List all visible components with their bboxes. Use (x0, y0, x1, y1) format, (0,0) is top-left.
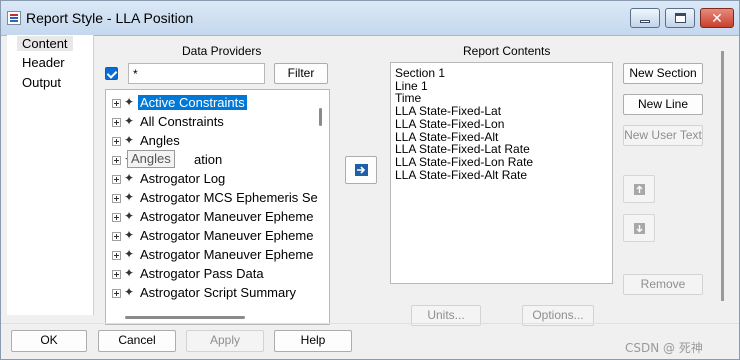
tree-vertical-scrollbar[interactable] (319, 108, 322, 126)
apply-button[interactable]: Apply (186, 330, 264, 352)
expand-icon[interactable] (112, 156, 121, 165)
satellite-icon: ✦ (124, 228, 135, 242)
list-item[interactable]: Section 1 (395, 67, 445, 79)
tree-item-label: ation (194, 152, 223, 167)
footer-divider (1, 323, 739, 324)
minimize-button[interactable] (630, 8, 660, 28)
tree-item[interactable]: ✦ Astrogator Pass Data (110, 265, 325, 283)
expand-icon[interactable] (112, 270, 121, 279)
expand-icon[interactable] (112, 99, 121, 108)
list-item[interactable]: LLA State-Fixed-Alt Rate (395, 169, 527, 181)
tooltip: Angles (127, 150, 175, 168)
expand-icon[interactable] (112, 175, 121, 184)
ok-button[interactable]: OK (11, 330, 87, 352)
report-style-window: Report Style - LLA Position ✕ Content He… (0, 0, 740, 360)
tree-item[interactable]: ✦ Astrogator Maneuver Epheme (110, 227, 325, 245)
cancel-button[interactable]: Cancel (98, 330, 176, 352)
list-item[interactable]: LLA State-Fixed-Lon Rate (395, 156, 533, 168)
add-to-report-button[interactable] (345, 156, 377, 184)
window-title: Report Style - LLA Position (26, 10, 194, 26)
satellite-icon: ✦ (124, 114, 135, 128)
satellite-icon: ✦ (124, 95, 135, 109)
close-icon: ✕ (711, 10, 723, 26)
list-item[interactable]: LLA State-Fixed-Lon (395, 118, 504, 130)
page-scrollbar[interactable] (721, 51, 724, 301)
list-item[interactable]: LLA State-Fixed-Lat (395, 105, 501, 117)
nav-item-content[interactable]: Content (17, 36, 73, 51)
data-providers-tree[interactable]: ✦ Active Constraints ✦ All Constraints ✦… (105, 89, 330, 325)
satellite-icon: ✦ (124, 171, 135, 185)
minimize-icon (640, 20, 650, 23)
move-down-button[interactable] (623, 214, 655, 242)
arrow-right-icon (355, 164, 368, 176)
tree-item-label: Astrogator Maneuver Epheme (140, 247, 314, 262)
maximize-icon (675, 13, 686, 23)
new-user-text-button[interactable]: New User Text (623, 125, 703, 146)
list-item[interactable]: Time (395, 92, 421, 104)
tree-item[interactable]: ✦ Astrogator MCS Ephemeris Se (110, 189, 325, 207)
app-icon (7, 11, 21, 25)
title-bar[interactable]: Report Style - LLA Position ✕ (1, 1, 739, 36)
filter-checkbox[interactable] (105, 67, 118, 80)
tree-item-label: Angles (140, 133, 180, 148)
move-up-button[interactable] (623, 175, 655, 203)
tree-item[interactable]: ✦ Astrogator Log (110, 170, 325, 188)
satellite-icon: ✦ (124, 209, 135, 223)
list-item[interactable]: Line 1 (395, 80, 428, 92)
filter-button[interactable]: Filter (274, 63, 328, 84)
data-providers-heading: Data Providers (182, 44, 262, 58)
satellite-icon: ✦ (124, 190, 135, 204)
tree-item[interactable]: ✦ Astrogator Script Summary (110, 284, 325, 302)
expand-icon[interactable] (112, 251, 121, 260)
remove-button[interactable]: Remove (623, 274, 703, 295)
tree-item-label: All Constraints (140, 114, 224, 129)
expand-icon[interactable] (112, 137, 121, 146)
tree-item-label: Active Constraints (138, 95, 247, 110)
tree-item[interactable]: ✦ Active Constraints (110, 94, 325, 112)
nav-item-output[interactable]: Output (22, 75, 61, 90)
tree-item-label: Astrogator MCS Ephemeris Se (140, 190, 318, 205)
satellite-icon: ✦ (124, 285, 135, 299)
help-button[interactable]: Help (274, 330, 352, 352)
page-nav: Content Header Output (7, 35, 94, 315)
tree-item[interactable]: ✦ All Constraints (110, 113, 325, 131)
tree-item-label: Astrogator Pass Data (140, 266, 264, 281)
tree-item-label: Astrogator Maneuver Epheme (140, 209, 314, 224)
watermark: CSDN @ 死神 (625, 341, 703, 355)
expand-icon[interactable] (112, 289, 121, 298)
tree-horizontal-scrollbar[interactable] (125, 316, 245, 319)
list-item[interactable]: LLA State-Fixed-Lat Rate (395, 143, 530, 155)
new-section-button[interactable]: New Section (623, 63, 703, 84)
tree-item-label: Astrogator Log (140, 171, 226, 186)
filter-input[interactable] (128, 63, 265, 84)
expand-icon[interactable] (112, 118, 121, 127)
tree-item[interactable]: ✦ Angles (110, 132, 325, 150)
satellite-icon: ✦ (124, 133, 135, 147)
report-contents-list[interactable]: Section 1 Line 1 Time LLA State-Fixed-La… (390, 62, 613, 284)
satellite-icon: ✦ (124, 247, 135, 261)
expand-icon[interactable] (112, 194, 121, 203)
tree-item[interactable]: ✦ Astrogator Maneuver Epheme (110, 208, 325, 226)
close-button[interactable]: ✕ (700, 8, 734, 28)
tree-item[interactable]: ✦ Astrogator Maneuver Epheme (110, 246, 325, 264)
tree-item-label: Astrogator Maneuver Epheme (140, 228, 314, 243)
new-line-button[interactable]: New Line (623, 94, 703, 115)
list-item[interactable]: LLA State-Fixed-Alt (395, 131, 498, 143)
nav-item-header[interactable]: Header (22, 55, 65, 70)
expand-icon[interactable] (112, 213, 121, 222)
report-contents-heading: Report Contents (463, 44, 551, 58)
tree-item-label: Astrogator Script Summary (140, 285, 297, 300)
arrow-down-icon (634, 223, 645, 234)
expand-icon[interactable] (112, 232, 121, 241)
satellite-icon: ✦ (124, 266, 135, 280)
arrow-up-icon (634, 184, 645, 195)
maximize-button[interactable] (665, 8, 695, 28)
